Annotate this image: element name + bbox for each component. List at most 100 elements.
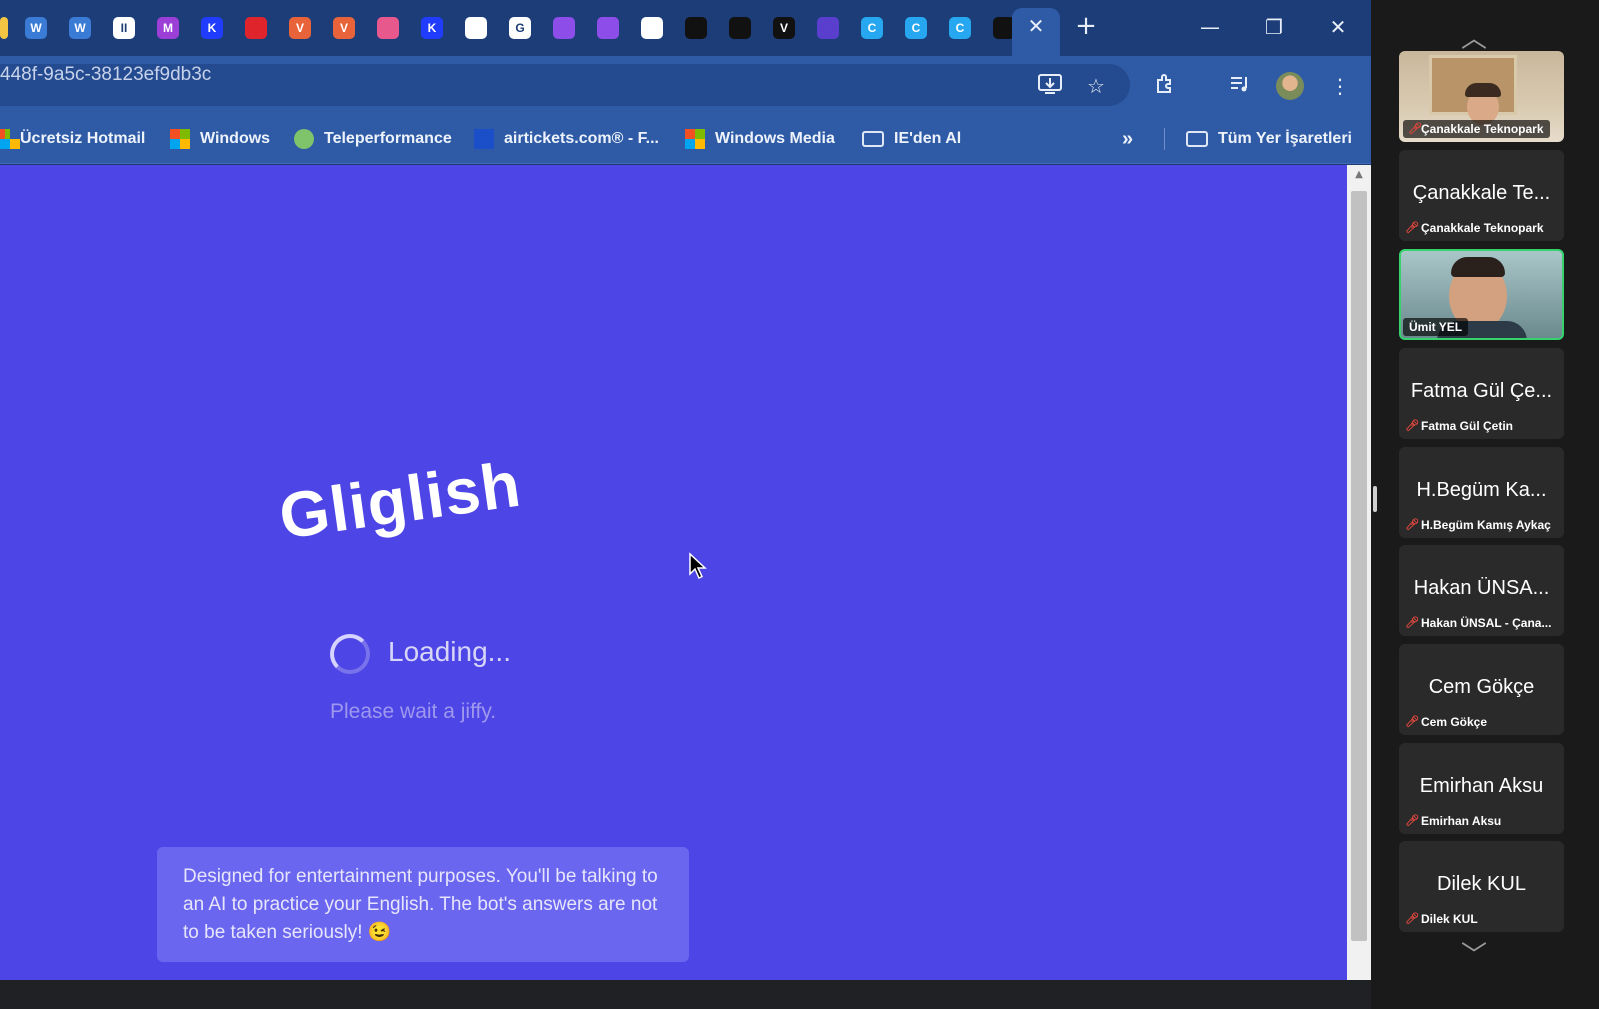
favicon-icon: M bbox=[157, 17, 179, 39]
tab-favicon[interactable] bbox=[636, 12, 668, 44]
participant-tile[interactable]: H.Begüm Ka... 🎤︎ H.Begüm Kamış Aykaç bbox=[1399, 447, 1564, 538]
bookmark-star-icon[interactable]: ☆ bbox=[1082, 72, 1110, 100]
favicon-icon bbox=[597, 17, 619, 39]
favicon-icon: W bbox=[69, 17, 91, 39]
participant-display-name: Çanakkale Te... bbox=[1412, 182, 1551, 204]
bookmark-folder-ie[interactable]: IE'den Al bbox=[862, 126, 961, 152]
favicon-icon: K bbox=[421, 17, 443, 39]
tab-favicon[interactable] bbox=[240, 12, 272, 44]
bookmark-windows[interactable]: Windows bbox=[170, 126, 270, 152]
tab-favicon[interactable] bbox=[372, 12, 404, 44]
loading-text: Loading... bbox=[388, 636, 511, 667]
close-window-button[interactable]: ✕ bbox=[1322, 12, 1354, 42]
tab-favicon[interactable]: V bbox=[768, 12, 800, 44]
tab-favicon[interactable] bbox=[548, 12, 580, 44]
participant-name: Dilek KUL bbox=[1421, 912, 1478, 926]
participant-display-name: Dilek KUL bbox=[1437, 873, 1526, 895]
favicon-icon: V bbox=[333, 17, 355, 39]
participant-name: Çanakkale Teknopark bbox=[1421, 221, 1544, 235]
bookmark-teleperformance[interactable]: Teleperformance bbox=[294, 126, 452, 152]
page-scrollbar[interactable]: ▲ bbox=[1347, 165, 1371, 980]
extensions-icon[interactable] bbox=[1152, 72, 1180, 100]
muted-mic-icon: 🎤︎ bbox=[1405, 814, 1419, 827]
participant-tile[interactable]: Hakan ÜNSA... 🎤︎ Hakan ÜNSAL - Çana... bbox=[1399, 545, 1564, 636]
mouse-cursor-icon bbox=[688, 552, 708, 584]
pinned-tabs: W W II M K V V K G V C C C bbox=[0, 12, 1032, 44]
muted-mic-icon: 🎤︎ bbox=[1405, 221, 1419, 234]
profile-avatar[interactable] bbox=[1276, 72, 1304, 100]
participant-name: Hakan ÜNSAL - Çana... bbox=[1421, 616, 1552, 630]
participant-tile[interactable]: Dilek KUL 🎤︎ Dilek KUL bbox=[1399, 841, 1564, 932]
bookmark-hotmail[interactable]: Ücretsiz Hotmail bbox=[0, 126, 145, 152]
tab-favicon[interactable]: II bbox=[108, 12, 140, 44]
media-control-icon[interactable] bbox=[1226, 72, 1254, 100]
participant-name: Cem Gökçe bbox=[1421, 715, 1488, 729]
participant-tile[interactable]: Fatma Gül Çe... 🎤︎ Fatma Gül Çetin bbox=[1399, 348, 1564, 439]
tab-strip: W W II M K V V K G V C C C ✕ + — ❐ ✕ bbox=[0, 0, 1371, 56]
tab-favicon[interactable] bbox=[592, 12, 624, 44]
tab-favicon[interactable]: G bbox=[504, 12, 536, 44]
participant-label: Ümit YEL bbox=[1403, 318, 1469, 336]
tab-favicon[interactable]: M bbox=[152, 12, 184, 44]
address-bar[interactable]: 448f-9a5c-38123ef9db3c bbox=[0, 64, 1130, 106]
tab-favicon[interactable]: C bbox=[856, 12, 888, 44]
tab-favicon[interactable]: C bbox=[900, 12, 932, 44]
scroll-down-chevron-icon[interactable]: ﹀ bbox=[1461, 935, 1487, 972]
browser-toolbar: 448f-9a5c-38123ef9db3c ☆ ⋮ bbox=[0, 56, 1371, 114]
tab-favicon[interactable]: C bbox=[944, 12, 976, 44]
participant-tile[interactable]: 🎤︎ Çanakkale Teknopark bbox=[1399, 51, 1564, 142]
airtickets-icon bbox=[474, 129, 494, 149]
scroll-thumb[interactable] bbox=[1351, 191, 1367, 941]
favicon-icon bbox=[729, 17, 751, 39]
muted-mic-icon: 🎤︎ bbox=[1405, 616, 1419, 629]
disclaimer-notice: Designed for entertainment purposes. You… bbox=[157, 847, 689, 962]
all-bookmarks-folder[interactable]: Tüm Yer İşaretleri bbox=[1186, 126, 1352, 152]
minimize-button[interactable]: — bbox=[1194, 12, 1226, 42]
bookmarks-overflow-icon[interactable]: » bbox=[1122, 126, 1133, 152]
participant-display-name: H.Begüm Ka... bbox=[1416, 479, 1547, 501]
panel-resize-handle[interactable] bbox=[1373, 486, 1377, 512]
participant-hair bbox=[1465, 83, 1501, 97]
tab-favicon[interactable] bbox=[724, 12, 756, 44]
favicon-icon bbox=[685, 17, 707, 39]
favicon-icon: C bbox=[905, 17, 927, 39]
tab-favicon[interactable] bbox=[0, 12, 8, 44]
scroll-up-arrow-icon[interactable]: ▲ bbox=[1347, 169, 1371, 185]
address-text: 448f-9a5c-38123ef9db3c bbox=[0, 64, 212, 85]
participant-display-name: Hakan ÜNSA... bbox=[1413, 577, 1550, 599]
wait-text: Please wait a jiffy. bbox=[330, 700, 497, 723]
participant-name: Emirhan Aksu bbox=[1421, 814, 1502, 828]
tab-favicon[interactable] bbox=[680, 12, 712, 44]
install-app-icon[interactable] bbox=[1036, 72, 1064, 100]
tab-close-icon[interactable]: ✕ bbox=[1024, 14, 1048, 38]
participant-tile[interactable]: Çanakkale Te... 🎤︎ Çanakkale Teknopark bbox=[1399, 150, 1564, 241]
new-tab-button[interactable]: + bbox=[1072, 12, 1100, 40]
microsoft-icon bbox=[685, 129, 705, 149]
participant-tile-active-speaker[interactable]: Ümit YEL bbox=[1399, 249, 1564, 340]
menu-kebab-icon[interactable]: ⋮ bbox=[1326, 72, 1354, 100]
favicon-icon: C bbox=[861, 17, 883, 39]
favicon-icon: II bbox=[113, 17, 135, 39]
participant-name: Fatma Gül Çetin bbox=[1421, 419, 1514, 433]
favicon-icon: K bbox=[201, 17, 223, 39]
bookmarks-bar: Ücretsiz Hotmail Windows Teleperformance… bbox=[0, 114, 1371, 164]
tab-favicon[interactable]: K bbox=[196, 12, 228, 44]
favicon-icon: W bbox=[25, 17, 47, 39]
favicon-icon: G bbox=[509, 17, 531, 39]
participant-tile[interactable]: Emirhan Aksu 🎤︎ Emirhan Aksu bbox=[1399, 743, 1564, 834]
participant-display-name: Cem Gökçe bbox=[1428, 676, 1535, 698]
tab-favicon[interactable] bbox=[812, 12, 844, 44]
tab-favicon[interactable]: V bbox=[284, 12, 316, 44]
tab-favicon[interactable]: V bbox=[328, 12, 360, 44]
favicon-icon bbox=[0, 17, 8, 39]
bookmark-windows-media[interactable]: Windows Media bbox=[685, 126, 835, 152]
tab-favicon[interactable]: W bbox=[64, 12, 96, 44]
tab-favicon[interactable]: W bbox=[20, 12, 52, 44]
muted-mic-icon: 🎤︎ bbox=[1405, 419, 1419, 432]
scroll-up-chevron-icon[interactable]: ︿ bbox=[1461, 18, 1487, 55]
tab-favicon[interactable] bbox=[460, 12, 492, 44]
bookmark-airtickets[interactable]: airtickets.com® - F... bbox=[474, 126, 659, 152]
participant-tile[interactable]: Cem Gökçe 🎤︎ Cem Gökçe bbox=[1399, 644, 1564, 735]
restore-button[interactable]: ❐ bbox=[1258, 12, 1290, 42]
tab-favicon[interactable]: K bbox=[416, 12, 448, 44]
